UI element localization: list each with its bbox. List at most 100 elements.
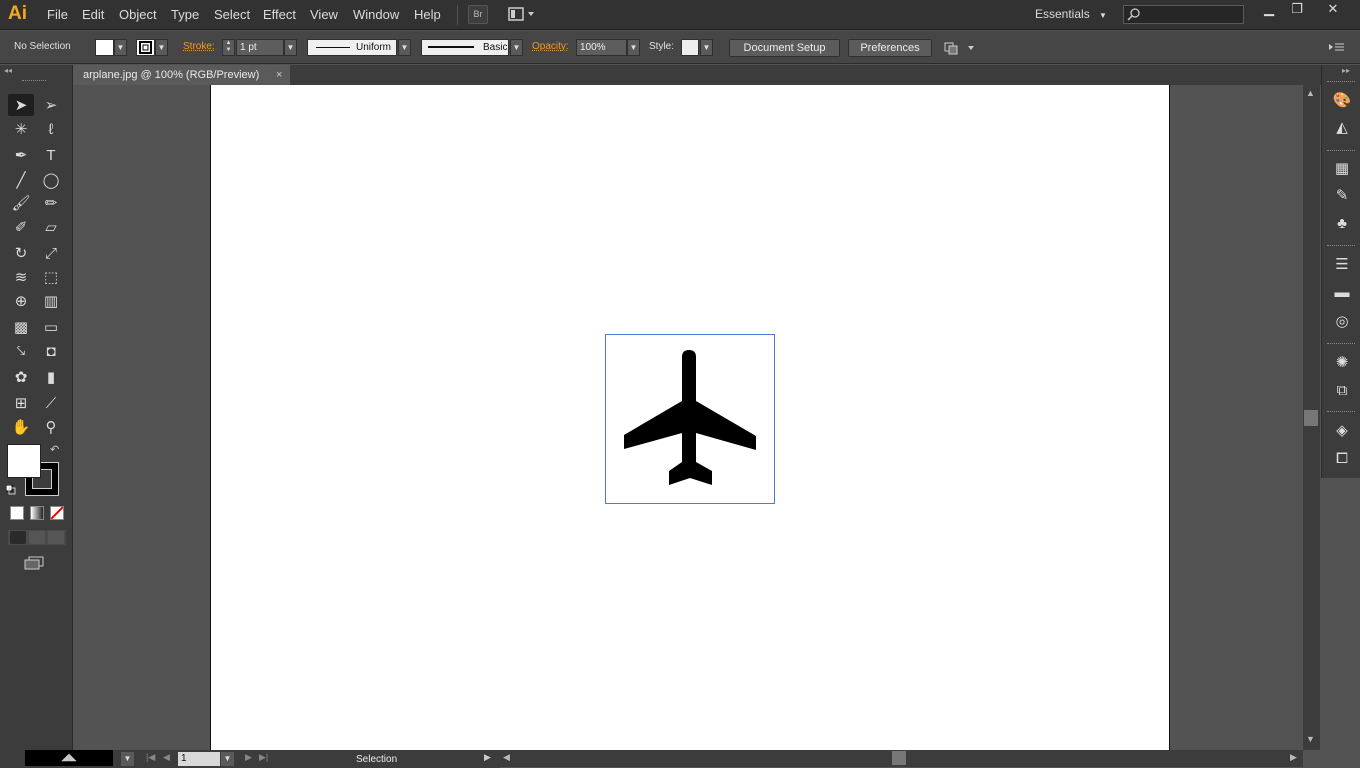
vertical-scroll-thumb[interactable] [1304, 410, 1318, 426]
eyedropper-tool-button[interactable]: ⤥ [8, 340, 34, 362]
stroke-label[interactable]: Stroke: [183, 41, 215, 52]
menu-type[interactable]: Type [171, 7, 199, 22]
none-mode-button[interactable] [50, 506, 64, 520]
scroll-left-icon[interactable]: ◀ [503, 752, 510, 763]
menu-edit[interactable]: Edit [82, 7, 104, 22]
draw-behind-icon[interactable] [29, 531, 45, 544]
zoom-dropdown[interactable]: ▼ [121, 752, 134, 766]
restore-button[interactable]: ❐ [1282, 0, 1312, 22]
width-tool-button[interactable]: ≋ [8, 266, 34, 288]
vertical-scrollbar[interactable]: ▲ ▼ [1303, 85, 1320, 750]
type-tool-button[interactable]: T [38, 144, 64, 166]
close-tab-icon[interactable]: × [276, 65, 282, 85]
graphic-style-dropdown[interactable]: ▼ [700, 39, 713, 56]
screen-mode-button[interactable] [23, 556, 47, 570]
preferences-button[interactable]: Preferences [848, 39, 932, 57]
swap-fill-stroke-icon[interactable]: ↶ [50, 443, 59, 456]
workspace-switcher[interactable]: Essentials ▼ [1035, 7, 1107, 21]
color-mode-button[interactable] [10, 506, 24, 520]
horizontal-scroll-thumb[interactable] [892, 751, 906, 765]
stroke-weight-dropdown[interactable]: ▼ [284, 39, 297, 56]
placed-image[interactable] [605, 334, 775, 504]
bridge-button[interactable]: Br [468, 5, 488, 24]
blob-brush-tool-button[interactable]: ✐ [8, 216, 34, 238]
line-segment-tool-button[interactable]: ╱ [8, 169, 34, 191]
arrange-documents-button[interactable] [507, 5, 537, 24]
close-window-button[interactable]: ✕ [1318, 0, 1348, 22]
opacity-dropdown[interactable]: ▼ [627, 39, 640, 56]
artboard-tool-button[interactable]: ⊞ [8, 392, 34, 414]
fill-dropdown[interactable]: ▼ [114, 39, 127, 56]
first-artboard-icon[interactable]: |◀ [146, 752, 155, 763]
selection-tool-button[interactable]: ➤ [8, 94, 34, 116]
menu-help[interactable]: Help [414, 7, 441, 22]
dock-grip[interactable] [1327, 81, 1355, 83]
symbol-sprayer-tool-button[interactable]: ✿ [8, 366, 34, 388]
draw-inside-icon[interactable] [48, 531, 64, 544]
gradient-tool-button[interactable]: ▭ [38, 316, 64, 338]
brush-definition-dropdown[interactable]: ▼ [510, 39, 523, 56]
menu-view[interactable]: View [310, 7, 338, 22]
opacity-label[interactable]: Opacity: [532, 41, 569, 52]
transparency-panel-icon[interactable]: ◎ [1330, 311, 1354, 333]
expand-panels-icon[interactable]: ▸▸ [1342, 66, 1350, 75]
minimize-button[interactable]: ▁ [1254, 0, 1284, 22]
previous-artboard-icon[interactable]: ◀ [163, 752, 170, 763]
ellipse-tool-button[interactable]: ◯ [38, 169, 64, 191]
stroke-color-dropdown[interactable]: ▼ [155, 39, 168, 56]
next-artboard-icon[interactable]: ▶ [245, 752, 252, 763]
stroke-weight-stepper[interactable]: ▲ ▼ [222, 39, 235, 56]
column-graph-tool-button[interactable]: ▮ [38, 366, 64, 388]
status-menu-icon[interactable]: ▶ [484, 752, 491, 763]
layers-panel-icon[interactable]: ◈ [1330, 420, 1354, 442]
zoom-tool-button[interactable]: ⚲ [38, 416, 64, 438]
hand-tool-button[interactable]: ✋ [8, 416, 34, 438]
direct-selection-tool-button[interactable]: ➢ [38, 94, 64, 116]
blend-tool-button[interactable]: ◘ [38, 340, 64, 362]
collapse-panel-icon[interactable]: ◂◂ [4, 66, 12, 75]
paintbrush-tool-button[interactable]: 🖌 [8, 192, 34, 214]
panel-menu-button[interactable] [1328, 40, 1346, 54]
artboard-dropdown[interactable]: ▼ [221, 752, 234, 766]
swatches-panel-icon[interactable]: ▦ [1330, 158, 1354, 180]
artboard-number-field[interactable]: 1 [178, 752, 220, 766]
mesh-tool-button[interactable]: ▩ [8, 316, 34, 338]
graphic-styles-panel-icon[interactable]: ⧉ [1330, 380, 1354, 402]
variable-width-dropdown[interactable]: ▼ [398, 39, 411, 56]
eraser-tool-button[interactable]: ▱ [38, 216, 64, 238]
panel-grip[interactable] [22, 80, 46, 81]
zoom-level-field[interactable]: ◢◣ [25, 750, 113, 766]
shape-builder-tool-button[interactable]: ⊕ [8, 290, 34, 312]
brush-definition-field[interactable]: Basic [421, 39, 509, 56]
stroke-panel-icon[interactable]: ☰ [1330, 254, 1354, 276]
stroke-weight-field[interactable]: 1 pt [236, 39, 284, 56]
document-tab[interactable]: arplane.jpg @ 100% (RGB/Preview) [73, 65, 290, 85]
artboards-panel-icon[interactable]: ⧠ [1330, 448, 1354, 470]
document-setup-button[interactable]: Document Setup [729, 39, 840, 57]
draw-normal-icon[interactable] [10, 531, 26, 544]
fill-swatch[interactable] [95, 39, 114, 56]
color-guide-panel-icon[interactable]: ◭ [1330, 117, 1354, 139]
pencil-tool-button[interactable]: ✏ [38, 192, 64, 214]
menu-file[interactable]: File [47, 7, 68, 22]
scroll-down-icon[interactable]: ▼ [1306, 734, 1315, 744]
scroll-right-icon[interactable]: ▶ [1290, 752, 1297, 763]
menu-window[interactable]: Window [353, 7, 399, 22]
slice-tool-button[interactable]: ⟋ [38, 392, 64, 414]
symbols-panel-icon[interactable]: ♣ [1330, 213, 1354, 235]
variable-width-profile-field[interactable]: Uniform [307, 39, 397, 56]
appearance-panel-icon[interactable]: ✺ [1330, 352, 1354, 374]
menu-effect[interactable]: Effect [263, 7, 296, 22]
last-artboard-icon[interactable]: ▶| [259, 752, 268, 763]
scale-tool-button[interactable]: ⤢ [38, 242, 64, 264]
gradient-panel-icon[interactable]: ▬ [1330, 282, 1354, 304]
color-panel-icon[interactable]: 🎨 [1330, 90, 1354, 112]
gradient-mode-button[interactable] [30, 506, 44, 520]
rotate-tool-button[interactable]: ↻ [8, 242, 34, 264]
arrange-button[interactable] [944, 40, 978, 56]
horizontal-scrollbar[interactable]: ◀ ▶ [500, 750, 1303, 767]
lasso-tool-button[interactable]: ℓ [38, 118, 64, 140]
opacity-field[interactable]: 100% [576, 39, 627, 56]
fill-color-swatch[interactable] [7, 444, 41, 478]
help-search-input[interactable] [1123, 5, 1244, 24]
